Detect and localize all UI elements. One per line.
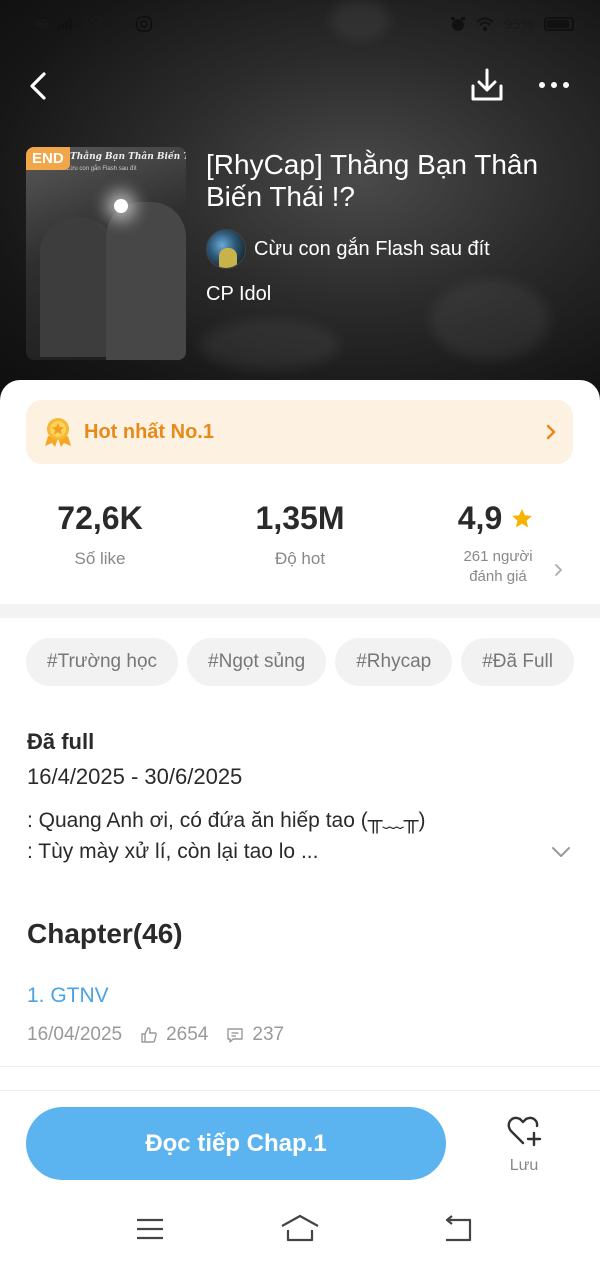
instagram-icon	[136, 16, 153, 32]
cover-sub-text: Cừu con gắn Flash sau đít	[66, 166, 137, 172]
more-dot-icon	[551, 82, 557, 88]
cover-title-text: Thằng Bạn Thân Biến Thái !?	[70, 152, 186, 162]
stat-rating[interactable]: 4,9 261 người đánh giá	[400, 500, 600, 587]
thumbs-up-icon	[141, 1027, 157, 1043]
likes-count: 72,6K	[57, 500, 143, 536]
tag-chip[interactable]: #Rhycap	[335, 638, 453, 686]
author-row[interactable]: Cừu con gắn Flash sau đít	[206, 229, 490, 269]
more-dot-icon	[539, 82, 545, 88]
completion-status: Đã full	[27, 729, 95, 754]
cover-figure	[40, 217, 115, 357]
hot-ranking-label: Hot nhất No.1	[84, 420, 214, 443]
battery-percent: 95%	[503, 15, 534, 33]
author-name[interactable]: Cừu con gắn Flash sau đít	[254, 238, 490, 261]
more-dot-icon	[563, 82, 569, 88]
chevron-down-icon[interactable]	[550, 842, 572, 862]
chapter-comments: 237	[252, 1024, 285, 1045]
tag-chip[interactable]: #Trường học	[26, 638, 179, 686]
wifi-icon	[476, 17, 494, 31]
network-indicator: 4G	[34, 18, 49, 30]
story-category[interactable]: CP Idol	[206, 283, 271, 306]
hot-label: Độ hot	[274, 549, 326, 568]
publication-date-range: 16/4/2025 - 30/6/2025	[27, 764, 243, 789]
hot-count: 1,35M	[255, 500, 345, 536]
list-divider	[0, 1066, 600, 1067]
author-avatar[interactable]	[206, 229, 246, 269]
medal-icon	[45, 418, 71, 447]
more-options-button[interactable]	[532, 68, 576, 102]
download-button[interactable]	[466, 64, 508, 106]
cover-light	[114, 199, 128, 213]
system-navigation-bar	[0, 1200, 600, 1267]
rating-count-label-2: đánh giá	[469, 568, 527, 585]
chapter-title-link[interactable]: 1. GTNV	[27, 984, 109, 1008]
save-label: Lưu	[509, 1157, 539, 1174]
rating-count-label: 261 người	[463, 548, 533, 565]
tag-chip[interactable]: #Ngọt sủng	[187, 638, 327, 686]
likes-label: Số like	[74, 549, 126, 568]
status-bar: 4G 19:39 95%	[0, 0, 600, 48]
story-cover-image[interactable]: Thằng Bạn Thân Biến Thái !? Cừu con gắn …	[26, 147, 186, 360]
chapter-likes: 2654	[166, 1024, 209, 1045]
save-button[interactable]: Lưu	[496, 1113, 552, 1175]
end-badge: END	[26, 147, 70, 170]
comment-icon	[227, 1028, 244, 1043]
signal-icon	[56, 18, 72, 30]
tag-list: #Trường học #Ngọt sủng #Rhycap #Đã Full	[26, 638, 600, 686]
description-line: : Tùy mày xử lí, còn lại tao lo ...	[27, 840, 319, 863]
stat-likes: 72,6K Số like	[0, 500, 200, 569]
chevron-right-icon	[546, 424, 556, 440]
home-icon[interactable]	[280, 1212, 320, 1246]
chapter-list-header: Chapter(46)	[27, 918, 183, 949]
description-line: : Quang Anh ơi, có đứa ăn hiếp tao (╥﹏╥)	[27, 809, 426, 832]
chevron-right-icon	[555, 564, 562, 576]
continue-reading-button[interactable]: Đọc tiếp Chap.1	[26, 1107, 446, 1180]
chapter-date: 16/04/2025	[27, 1024, 123, 1045]
cover-figure	[106, 202, 186, 360]
alarm-icon	[450, 17, 465, 31]
stat-hot: 1,35M Độ hot	[200, 500, 400, 569]
menu-icon[interactable]	[130, 1212, 170, 1246]
top-bar	[0, 62, 600, 108]
heart-plus-icon	[507, 1116, 542, 1147]
stats-row: 72,6K Số like 1,35M Độ hot 4,9 261 người…	[0, 500, 600, 600]
back-button[interactable]	[22, 66, 62, 106]
bottom-bar-divider	[0, 1090, 600, 1091]
tag-chip[interactable]: #Đã Full	[461, 638, 574, 686]
story-title: [RhyCap] Thằng Bạn Thân Biến Thái !?	[206, 149, 539, 212]
star-icon	[512, 508, 533, 527]
hot-ranking-banner[interactable]: Hot nhất No.1	[26, 400, 573, 464]
chapter-meta: 16/04/2025 2654 237	[27, 1024, 284, 1046]
clock: 19:39	[80, 13, 129, 34]
section-divider	[0, 604, 600, 618]
rating-value: 4,9	[457, 500, 503, 536]
battery-icon	[544, 17, 574, 31]
back-nav-icon[interactable]	[438, 1212, 478, 1246]
